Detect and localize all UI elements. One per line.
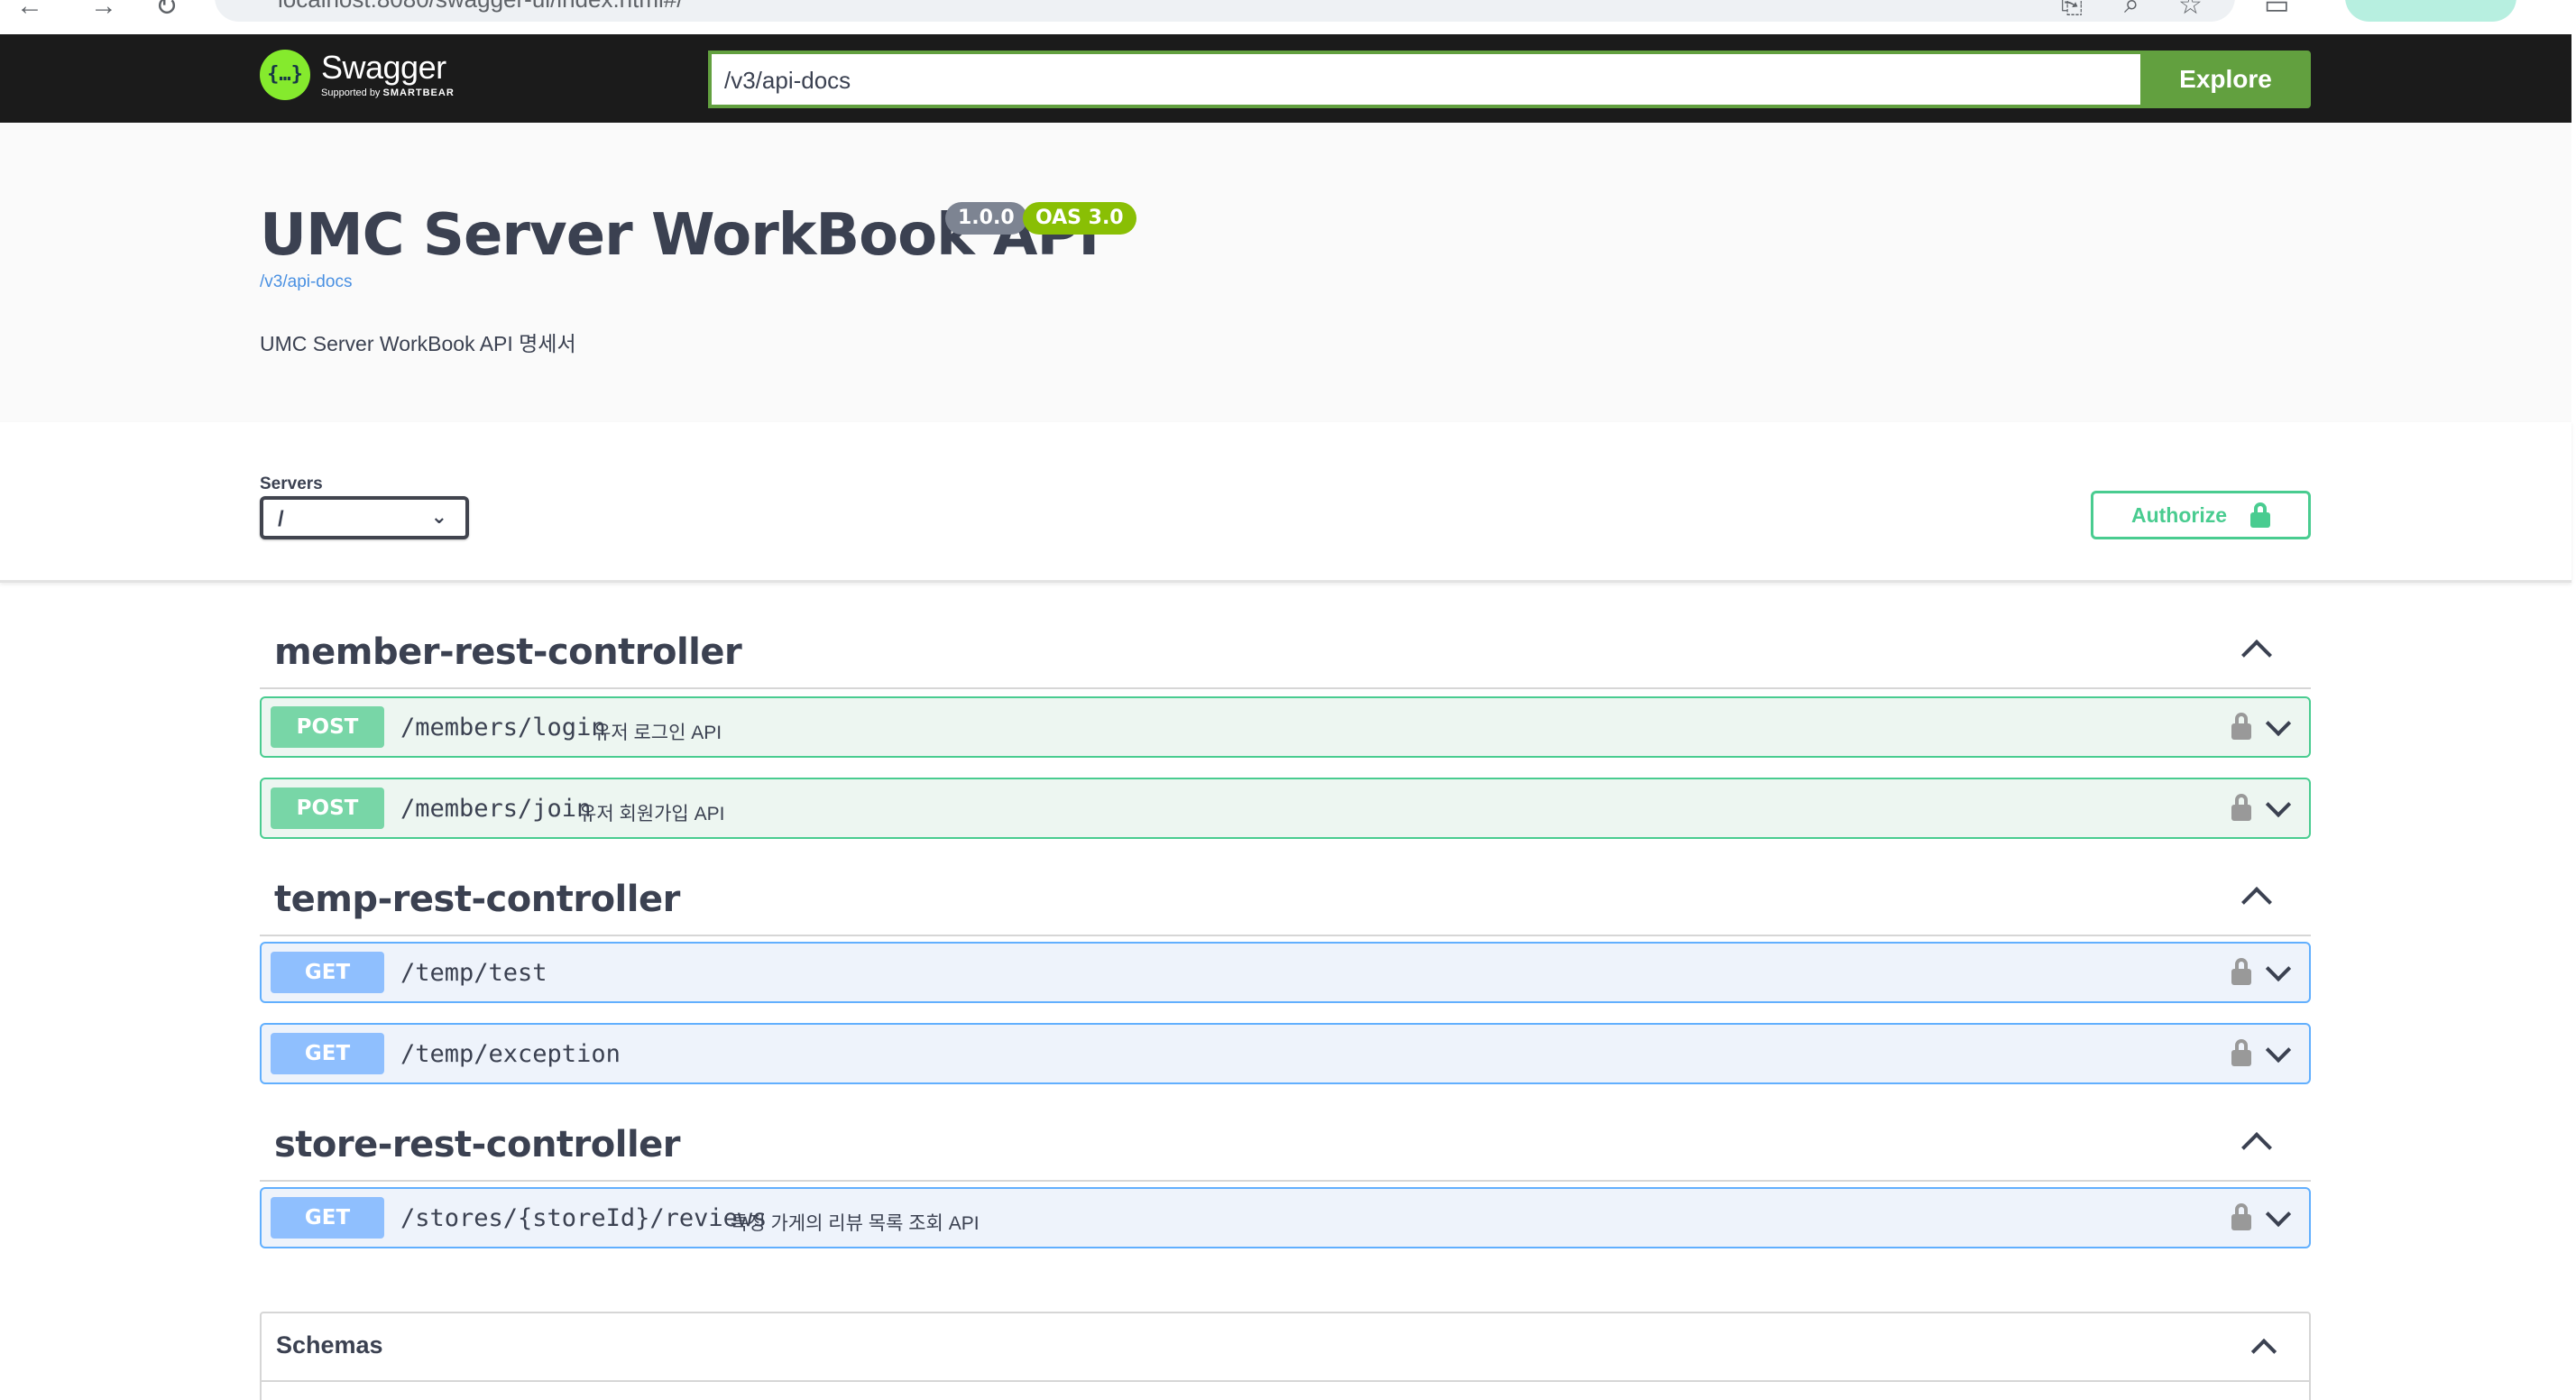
tag-title: member-rest-controller (274, 631, 742, 673)
tag-title: store-rest-controller (274, 1124, 681, 1165)
swagger-logo[interactable]: {…} Swagger Supported by SMARTBEAR (260, 50, 455, 100)
extensions-icon[interactable]: ▭ (2264, 0, 2289, 21)
op-path: /members/login (400, 714, 606, 741)
lock-icon[interactable] (2231, 958, 2251, 985)
chevron-up-icon (2241, 640, 2272, 670)
op-path: /stores/{storeId}/reviews (400, 1204, 768, 1232)
chevron-up-icon (2241, 1132, 2272, 1163)
swagger-logo-icon: {…} (260, 50, 310, 100)
authorize-button[interactable]: Authorize (2091, 491, 2311, 539)
schemas-title: Schemas (276, 1331, 383, 1359)
schemas-divider (262, 1380, 2309, 1382)
api-description: UMC Server WorkBook API 명세서 (260, 332, 576, 355)
chevron-down-icon[interactable] (2265, 791, 2292, 818)
zoom-icon[interactable]: ⌕ (2124, 0, 2139, 20)
opblock-post-members-join[interactable]: POST /members/join 유저 회원가입 API (260, 778, 2311, 839)
chevron-up-icon[interactable] (2250, 1338, 2277, 1365)
chevron-up-icon (2241, 887, 2272, 917)
tag-header-store-rest-controller[interactable]: store-rest-controller (260, 1110, 2311, 1182)
op-path: /members/join (400, 795, 592, 823)
browser-toolbar: ← → ↻ localhost:8080/swagger-ui/index.ht… (0, 0, 2576, 34)
api-info: UMC Server WorkBook API 1.0.0 OAS 3.0 /v… (0, 123, 2571, 422)
method-badge: GET (271, 952, 384, 993)
bookmark-star-icon[interactable]: ☆ (2178, 0, 2203, 21)
op-path: /temp/exception (400, 1040, 621, 1068)
opblock-get-temp-test[interactable]: GET /temp/test (260, 942, 2311, 1003)
opblock-get-store-reviews[interactable]: GET /stores/{storeId}/reviews 특정 가게의 리뷰 … (260, 1187, 2311, 1248)
address-bar-text: localhost:8080/swagger-ui/index.html#/ (278, 0, 683, 14)
logo-name: Swagger (321, 49, 446, 86)
api-url-input[interactable]: /v3/api-docs (708, 51, 2142, 108)
schemas-section[interactable]: Schemas (260, 1312, 2311, 1400)
swagger-topbar: {…} Swagger Supported by SMARTBEAR /v3/a… (0, 34, 2571, 123)
lock-icon[interactable] (2231, 1039, 2251, 1066)
address-bar[interactable]: localhost:8080/swagger-ui/index.html#/ (215, 0, 2235, 22)
profile-button[interactable] (2345, 0, 2516, 22)
unlock-icon (2250, 502, 2271, 528)
method-badge: POST (271, 788, 384, 829)
chevron-down-icon[interactable] (2265, 1036, 2292, 1064)
oas-badge: OAS 3.0 (1023, 202, 1136, 235)
lock-icon[interactable] (2231, 794, 2251, 821)
logo-sub-prefix: Supported by (321, 88, 381, 98)
forward-icon[interactable]: → (90, 0, 117, 22)
tag-header-temp-rest-controller[interactable]: temp-rest-controller (260, 864, 2311, 936)
chevron-down-icon[interactable] (2265, 710, 2292, 737)
servers-select-value: / (278, 507, 284, 531)
method-badge: POST (271, 706, 384, 748)
tag-header-member-rest-controller[interactable]: member-rest-controller (260, 617, 2311, 689)
opblock-post-members-login[interactable]: POST /members/login 유저 로그인 API (260, 696, 2311, 758)
op-summary: 특정 가게의 리뷰 목록 조회 API (731, 1213, 980, 1234)
lock-icon[interactable] (2231, 1203, 2251, 1230)
tag-title: temp-rest-controller (274, 879, 680, 920)
servers-select[interactable]: / ⌄ (260, 496, 469, 539)
method-badge: GET (271, 1033, 384, 1074)
logo-sub-brand: SMARTBEAR (382, 88, 455, 98)
op-summary: 유저 로그인 API (593, 723, 722, 743)
op-summary: 유저 회원가입 API (579, 804, 725, 824)
reload-icon[interactable]: ↻ (155, 0, 178, 23)
api-docs-link[interactable]: /v3/api-docs (260, 272, 352, 292)
lock-icon[interactable] (2231, 713, 2251, 740)
version-badge: 1.0.0 (945, 202, 1027, 235)
chevron-down-icon: ⌄ (430, 505, 447, 528)
chevron-down-icon[interactable] (2265, 1201, 2292, 1228)
opblock-get-temp-exception[interactable]: GET /temp/exception (260, 1023, 2311, 1084)
chevron-down-icon[interactable] (2265, 955, 2292, 982)
explore-button[interactable]: Explore (2140, 51, 2311, 108)
op-path: /temp/test (400, 959, 547, 987)
method-badge: GET (271, 1197, 384, 1239)
back-icon[interactable]: ← (16, 0, 43, 22)
authorize-label: Authorize (2130, 502, 2228, 527)
servers-section: Servers / ⌄ Authorize (0, 422, 2571, 583)
logo-sub: Supported by SMARTBEAR (321, 88, 455, 98)
servers-label: Servers (260, 474, 323, 493)
translate-icon[interactable]: ⎘ (2061, 0, 2083, 20)
